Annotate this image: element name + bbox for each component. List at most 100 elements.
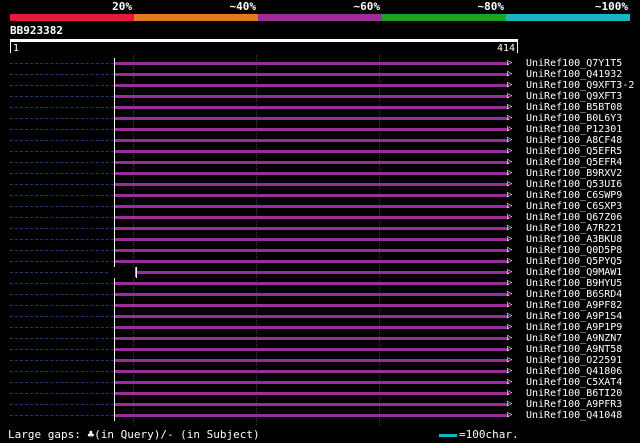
hit-bar[interactable] (115, 84, 509, 88)
hit-label[interactable]: UniRef100_Q53UI6 (526, 179, 622, 190)
hit-row[interactable]: ▷ UniRef100_B6SRD4 (0, 289, 640, 301)
hit-label[interactable]: UniRef100_B6SRD4 (526, 289, 622, 300)
hit-bar[interactable] (115, 403, 509, 407)
hit-label[interactable]: UniRef100_Q5EFR4 (526, 157, 622, 168)
hit-label[interactable]: UniRef100_A9P1S4 (526, 311, 622, 322)
hit-row[interactable]: ▷ UniRef100_Q5PYQ5 (0, 256, 640, 268)
hit-row[interactable]: ▷ UniRef100_B9HYU5 (0, 278, 640, 290)
hit-bar[interactable] (115, 183, 509, 187)
hit-row[interactable]: ▷ UniRef100_Q5EFR5 (0, 146, 640, 158)
hit-row[interactable]: ▷ UniRef100_B9RXV2 (0, 168, 640, 180)
hit-bar[interactable] (115, 392, 509, 396)
hit-label[interactable]: UniRef100_B9RXV2 (526, 168, 622, 179)
hit-bar[interactable] (115, 62, 509, 65)
hit-bar[interactable] (115, 282, 509, 286)
hit-bar[interactable] (115, 359, 509, 363)
hit-label[interactable]: UniRef100_Q9XFT3-2 (526, 80, 634, 91)
hit-row[interactable]: ▷ UniRef100_Q53UI6 (0, 179, 640, 191)
hit-row[interactable]: ▷ UniRef100_Q0D5P8 (0, 245, 640, 257)
hit-label[interactable]: UniRef100_Q41048 (526, 410, 622, 421)
hit-bar[interactable] (115, 95, 509, 99)
hit-bar[interactable] (115, 161, 509, 165)
hit-row[interactable]: ▷ UniRef100_Q5EFR4 (0, 157, 640, 169)
hit-label[interactable]: UniRef100_Q5PYQ5 (526, 256, 622, 267)
hit-bar[interactable] (115, 337, 509, 341)
hit-bar[interactable] (115, 348, 509, 352)
hit-row[interactable]: ▷ UniRef100_A9NT58 (0, 344, 640, 356)
hit-label[interactable]: UniRef100_C6SXP3 (526, 201, 622, 212)
hit-row[interactable]: ▷ UniRef100_Q7Y1T5 (0, 58, 640, 69)
hit-bar[interactable] (115, 304, 509, 308)
hit-row[interactable]: ▷ UniRef100_Q67Z06 (0, 212, 640, 224)
hit-label[interactable]: UniRef100_B5BT08 (526, 102, 622, 113)
hit-row[interactable]: ▷ UniRef100_A7R221 (0, 223, 640, 235)
hit-bar[interactable] (115, 150, 509, 154)
hit-bar[interactable] (115, 260, 509, 264)
hit-bar[interactable] (115, 117, 509, 121)
hit-label[interactable]: UniRef100_A9PF82 (526, 300, 622, 311)
hit-row[interactable]: ▷ UniRef100_Q9XFT3-2 (0, 80, 640, 92)
hit-row[interactable]: ▷ UniRef100_Q9MAW1 (0, 267, 640, 279)
hit-label[interactable]: UniRef100_A9NT58 (526, 344, 622, 355)
hit-row[interactable]: ▷ UniRef100_A9PF82 (0, 300, 640, 312)
hit-bar[interactable] (115, 216, 509, 220)
hit-bar[interactable] (115, 139, 509, 143)
hit-row[interactable]: ▷ UniRef100_C6SXP3 (0, 201, 640, 213)
hit-bar[interactable] (115, 172, 509, 176)
hit-label[interactable]: UniRef100_C6SWP9 (526, 190, 622, 201)
hit-bar[interactable] (115, 194, 509, 198)
hit-row[interactable]: ▷ UniRef100_Q41048 (0, 410, 640, 422)
hit-label[interactable]: UniRef100_Q9MAW1 (526, 267, 622, 278)
hit-label[interactable]: UniRef100_Q5EFR5 (526, 146, 622, 157)
hit-label[interactable]: UniRef100_A7R221 (526, 223, 622, 234)
hit-row[interactable]: ▷ UniRef100_A9P1P9 (0, 322, 640, 334)
hit-row[interactable]: ▷ UniRef100_O22591 (0, 355, 640, 367)
hit-row[interactable]: ▷ UniRef100_B0L6Y3 (0, 113, 640, 125)
hit-bar[interactable] (115, 414, 509, 418)
hit-bar[interactable] (115, 227, 509, 231)
hit-row[interactable]: ▷ UniRef100_Q41806 (0, 366, 640, 378)
hit-label[interactable]: UniRef100_C5XAT4 (526, 377, 622, 388)
hit-label[interactable]: UniRef100_P12301 (526, 124, 622, 135)
hit-row[interactable]: ▷ UniRef100_A9PFR3 (0, 399, 640, 411)
hit-label[interactable]: UniRef100_B6TI20 (526, 388, 622, 399)
hit-row[interactable]: ▷ UniRef100_B6TI20 (0, 388, 640, 400)
hit-label[interactable]: UniRef100_Q67Z06 (526, 212, 622, 223)
hit-label[interactable]: UniRef100_Q41806 (526, 366, 622, 377)
hit-label[interactable]: UniRef100_A9NZN7 (526, 333, 622, 344)
query-unaligned-line (10, 63, 115, 65)
hit-label[interactable]: UniRef100_Q9XFT3 (526, 91, 622, 102)
hit-bar[interactable] (115, 249, 509, 253)
hit-row[interactable]: ▷ UniRef100_Q41932 (0, 69, 640, 80)
hit-row[interactable]: ▷ UniRef100_A8CF48 (0, 135, 640, 147)
hit-label[interactable]: UniRef100_B0L6Y3 (526, 113, 622, 124)
hit-bar[interactable] (115, 370, 509, 374)
hit-row[interactable]: ▷ UniRef100_Q9XFT3 (0, 91, 640, 103)
hit-label[interactable]: UniRef100_A3BKU8 (526, 234, 622, 245)
hit-bar[interactable] (115, 381, 509, 385)
hit-row[interactable]: ▷ UniRef100_A9P1S4 (0, 311, 640, 323)
hit-bar[interactable] (115, 73, 509, 76)
hit-label[interactable]: UniRef100_Q0D5P8 (526, 245, 622, 256)
hit-bar[interactable] (115, 106, 509, 110)
hit-label[interactable]: UniRef100_A9P1P9 (526, 322, 622, 333)
hit-label[interactable]: UniRef100_A9PFR3 (526, 399, 622, 410)
hit-row[interactable]: ▷ UniRef100_C5XAT4 (0, 377, 640, 389)
hit-bar[interactable] (115, 205, 509, 209)
hit-bar[interactable] (115, 315, 509, 319)
hit-label[interactable]: UniRef100_A8CF48 (526, 135, 622, 146)
hit-bar[interactable] (115, 128, 509, 132)
hit-bar[interactable] (115, 238, 509, 242)
hit-bar[interactable] (115, 293, 509, 297)
hit-row[interactable]: ▷ UniRef100_B5BT08 (0, 102, 640, 114)
hit-label[interactable]: UniRef100_B9HYU5 (526, 278, 622, 289)
hit-label[interactable]: UniRef100_O22591 (526, 355, 622, 366)
hit-row[interactable]: ▷ UniRef100_A3BKU8 (0, 234, 640, 246)
hit-row[interactable]: ▷ UniRef100_C6SWP9 (0, 190, 640, 202)
hit-row[interactable]: ▷ UniRef100_P12301 (0, 124, 640, 136)
hit-bar[interactable] (115, 326, 509, 330)
hit-bar[interactable] (137, 271, 509, 275)
hit-label[interactable]: UniRef100_Q41932 (526, 69, 622, 80)
hit-label[interactable]: UniRef100_Q7Y1T5 (526, 58, 622, 69)
hit-row[interactable]: ▷ UniRef100_A9NZN7 (0, 333, 640, 345)
